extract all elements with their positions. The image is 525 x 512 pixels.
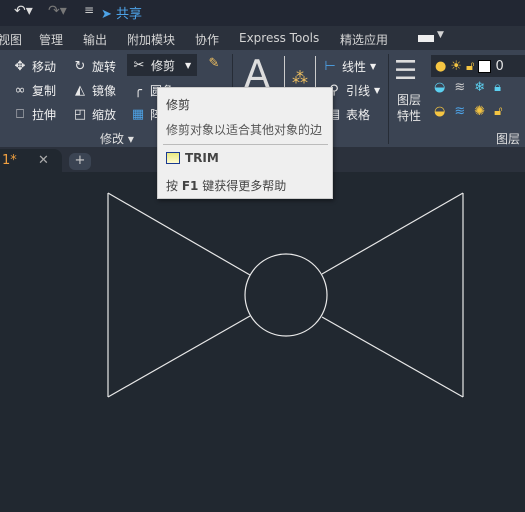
color-swatch [478, 59, 492, 73]
current-layer-name: 0 [495, 58, 504, 74]
modify-panel-title[interactable]: 修改 ▾ [100, 130, 134, 147]
tooltip-help: 按 F1 键获得更多帮助 [166, 177, 286, 194]
tooltip-divider [163, 144, 328, 145]
copy-button[interactable]: ∞ 复制 [12, 82, 56, 99]
tooltip-description: 修剪对象以适合其他对象的边 [166, 123, 323, 137]
mirror-button[interactable]: ◭ 镜像 [72, 82, 116, 99]
copy-label: 复制 [32, 84, 57, 98]
linear-dimension-icon: ⊢ [324, 59, 336, 74]
chevron-down-icon[interactable]: ▼ [374, 86, 380, 95]
minimize-ribbon-button[interactable] [418, 35, 434, 42]
layer-thaw-icon[interactable]: ✺ [474, 104, 494, 119]
stretch-label: 拉伸 [32, 108, 57, 122]
erase-button[interactable]: ✎ [206, 56, 222, 71]
tooltip-title: 修剪 [166, 98, 191, 112]
layer-lock-icon[interactable]: 🔒︎ [494, 80, 510, 95]
tab-express-tools[interactable]: Express Tools [239, 31, 319, 45]
tooltip-command: TRIM [185, 151, 219, 165]
chevron-down-icon[interactable]: ▼ [185, 61, 191, 70]
quick-access-toolbar: ↶▾ ↷▾ ≡ ➤ 共享 [0, 0, 525, 26]
help-key: F1 [181, 179, 199, 193]
line [107, 192, 251, 276]
trim-button[interactable]: ✂ 修剪 ▼ [127, 54, 197, 76]
tab-addins[interactable]: 附加模块 [127, 31, 175, 48]
rotate-icon: ↻ [74, 59, 86, 74]
tab-manage[interactable]: 管理 [39, 31, 63, 48]
trim-tooltip: 修剪 修剪对象以适合其他对象的边 TRIM 按 F1 键获得更多帮助 [157, 87, 333, 199]
circle [244, 253, 328, 337]
stretch-button[interactable]: ⎕ 拉伸 [12, 106, 56, 123]
layer-change-icon[interactable]: ≋ [454, 104, 474, 119]
stretch-icon: ⎕ [16, 107, 24, 122]
move-label: 移动 [32, 60, 57, 74]
layer-properties-icon[interactable]: ☰ [394, 56, 417, 86]
move-icon: ✥ [14, 59, 26, 74]
scissors-icon: ✂ [133, 57, 145, 73]
unlock-icon: 🔓︎ [466, 58, 475, 74]
tab-featured-apps[interactable]: 精选应用 [340, 31, 388, 48]
move-button[interactable]: ✥ 移动 [12, 58, 56, 75]
command-icon [166, 152, 180, 164]
help-prefix: 按 [166, 179, 182, 193]
bulb-icon: ● [435, 58, 447, 74]
leader-label: 引线 [346, 84, 371, 98]
drawing-tab[interactable]: 1* ✕ [0, 149, 62, 172]
fillet-icon: ╭ [134, 83, 142, 98]
leader-button[interactable]: ⚲ 引线 ▼ [326, 82, 380, 99]
layers-panel-title[interactable]: 图层 [496, 130, 520, 147]
close-icon[interactable]: ✕ [38, 153, 49, 168]
drawing-tab-label: 1* [2, 153, 17, 168]
tab-collaborate[interactable]: 协作 [195, 31, 219, 48]
chevron-down-icon[interactable]: ▼ [370, 62, 376, 71]
copy-icon: ∞ [14, 83, 26, 98]
tab-view[interactable]: 视图 [0, 31, 22, 48]
scale-button[interactable]: ◰ 缩放 [72, 106, 116, 123]
layer-freeze-icon[interactable]: ❄ [474, 80, 494, 95]
undo-icon[interactable]: ↶▾ [14, 3, 33, 19]
customize-icon[interactable]: ≡ [84, 3, 94, 17]
rotate-button[interactable]: ↻ 旋转 [72, 58, 116, 75]
layer-tools-row-2[interactable]: ◒≋✺🔓︎ [434, 104, 512, 119]
chevron-down-icon[interactable]: ▼ [437, 30, 444, 40]
share-button[interactable]: ➤ 共享 [101, 3, 142, 22]
share-label: 共享 [116, 7, 143, 22]
mirror-label: 镜像 [92, 84, 117, 98]
tab-output[interactable]: 输出 [83, 31, 107, 48]
panel-divider [388, 54, 389, 144]
scale-label: 缩放 [92, 108, 117, 122]
layer-properties-label-2: 特性 [397, 109, 422, 123]
line [107, 315, 251, 398]
line [321, 316, 464, 398]
redo-icon[interactable]: ↷▾ [48, 3, 67, 19]
layer-on-icon[interactable]: ◒ [434, 104, 454, 119]
eraser-icon: ✎ [208, 56, 220, 71]
layer-tools-row-1[interactable]: ◒≋❄🔒︎ [434, 80, 510, 95]
help-suffix: 键获得更多帮助 [198, 179, 287, 193]
linear-label: 线性 [342, 60, 367, 74]
trim-label: 修剪 [151, 58, 176, 73]
drawing-canvas[interactable] [0, 172, 525, 512]
new-tab-button[interactable]: + [69, 153, 91, 170]
ribbon-tabs: 视图 管理 输出 附加模块 协作 Express Tools 精选应用 ▼ [0, 26, 525, 50]
layer-isolate-icon[interactable]: ◒ [434, 80, 454, 95]
array-icon: ▦ [131, 107, 145, 122]
layer-properties-button[interactable]: 图层 特性 [397, 92, 421, 124]
line [321, 192, 464, 275]
sun-icon: ☀ [450, 58, 462, 74]
layer-unlock-icon[interactable]: 🔓︎ [494, 104, 511, 119]
layer-dropdown[interactable]: ● ☀ 🔓︎ 0 [431, 55, 525, 77]
mirror-icon: ◭ [75, 83, 85, 98]
rotate-label: 旋转 [92, 60, 117, 74]
layer-properties-label-1: 图层 [397, 93, 422, 107]
modify-title-label: 修改 [100, 132, 125, 146]
scale-icon: ◰ [73, 107, 87, 122]
layer-match-icon[interactable]: ≋ [454, 80, 474, 95]
linear-button[interactable]: ⊢ 线性 ▼ [322, 58, 376, 75]
table-label: 表格 [346, 108, 371, 122]
